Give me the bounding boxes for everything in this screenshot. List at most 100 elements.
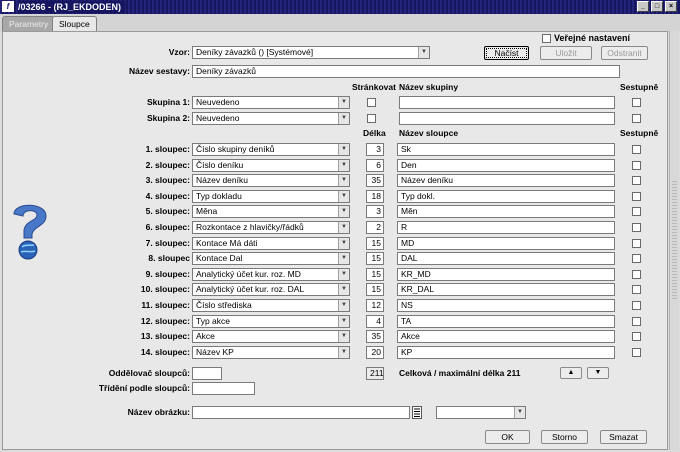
chevron-down-icon[interactable]: ▼ (338, 97, 349, 108)
sloupec-12-sestupne-checkbox[interactable] (632, 316, 641, 326)
skupina-1-select[interactable]: Neuvedeno ▼ (192, 96, 350, 109)
chevron-down-icon[interactable]: ▼ (338, 159, 349, 171)
sloupec-5-length-field[interactable]: 3 (366, 205, 384, 219)
maximize-button[interactable]: □ (651, 1, 663, 12)
sloupec-3-length-field[interactable]: 35 (366, 174, 384, 188)
sloupec-1-sestupne-checkbox[interactable] (632, 145, 641, 154)
sloupec-7-name-field[interactable]: MD (397, 236, 615, 250)
sloupec-4-name-field[interactable]: Typ dokl. (397, 189, 615, 203)
sloupec-11-select[interactable]: Číslo střediska ▼ (192, 299, 350, 312)
sloupec-14-sestupne-checkbox[interactable] (632, 347, 641, 357)
sloupec-13-name-field[interactable]: Akce (397, 330, 615, 344)
sloupec-4-select[interactable]: Typ dokladu ▼ (192, 189, 350, 203)
sloupec-4-length-field[interactable]: 18 (366, 189, 384, 203)
sloupec-4-sestupne-checkbox[interactable] (632, 191, 641, 201)
sloupec-8-select[interactable]: Kontace Dal ▼ (192, 252, 350, 266)
chevron-down-icon[interactable]: ▼ (338, 284, 349, 296)
chevron-down-icon[interactable]: ▼ (514, 407, 525, 418)
sloupec-12-name-field[interactable]: TA (397, 314, 615, 328)
sloupec-1-name-field[interactable]: Sk (397, 143, 615, 156)
sloupec-2-length-field[interactable]: 6 (366, 158, 384, 172)
close-button[interactable]: × (665, 1, 677, 12)
sloupec-8-sestupne-checkbox[interactable] (632, 254, 641, 264)
sloupec-3-name-field[interactable]: Název deníku (397, 174, 615, 188)
chevron-down-icon[interactable]: ▼ (338, 331, 349, 343)
chevron-down-icon[interactable]: ▼ (338, 206, 349, 218)
chevron-down-icon[interactable]: ▼ (418, 47, 429, 58)
sloupec-11-length-field[interactable]: 12 (366, 299, 384, 312)
sloupec-8-name-field[interactable]: DAL (397, 252, 615, 266)
skupina-2-sestupne-checkbox[interactable] (632, 114, 641, 123)
sloupec-12-select[interactable]: Typ akce ▼ (192, 314, 350, 328)
sloupec-13-sestupne-checkbox[interactable] (632, 332, 641, 342)
sloupec-13-select[interactable]: Akce ▼ (192, 330, 350, 344)
sloupec-14-select[interactable]: Název KP ▼ (192, 345, 350, 359)
nazev-obrazku-field[interactable] (192, 406, 410, 419)
sloupec-2-select[interactable]: Číslo deníku ▼ (192, 158, 350, 172)
sloupec-10-name-field[interactable]: KR_DAL (397, 283, 615, 297)
storno-button[interactable]: Storno (541, 430, 588, 444)
sloupec-5-select[interactable]: Měna ▼ (192, 205, 350, 219)
chevron-down-icon[interactable]: ▼ (338, 190, 349, 202)
skupina-2-name-field[interactable] (399, 112, 615, 125)
sloupec-10-length-field[interactable]: 15 (366, 283, 384, 297)
chevron-down-icon[interactable]: ▼ (338, 300, 349, 311)
sloupec-11-name-field[interactable]: NS (397, 299, 615, 312)
list-icon[interactable] (412, 406, 422, 419)
sloupec-2-sestupne-checkbox[interactable] (632, 160, 641, 170)
skupina-1-strankovat-checkbox[interactable] (367, 98, 376, 107)
skupina-1-sestupne-checkbox[interactable] (632, 98, 641, 107)
sloupec-9-name-field[interactable]: KR_MD (397, 267, 615, 281)
chevron-down-icon[interactable]: ▼ (338, 144, 349, 155)
sloupec-2-name-field[interactable]: Den (397, 158, 615, 172)
vzor-select[interactable]: Deníky závazků () [Systémové] ▼ (192, 46, 430, 59)
chevron-down-icon[interactable]: ▼ (338, 315, 349, 327)
oddelovac-field[interactable] (192, 367, 222, 380)
skupina-1-name-field[interactable] (399, 96, 615, 109)
tab-parametry[interactable]: Parametry (2, 16, 56, 32)
chevron-down-icon[interactable]: ▼ (338, 113, 349, 124)
ulozit-button[interactable]: Uložit (540, 46, 592, 60)
chevron-down-icon[interactable]: ▼ (338, 175, 349, 187)
odstranit-button[interactable]: Odstranit (601, 46, 648, 60)
sloupec-1-length-field[interactable]: 3 (366, 143, 384, 156)
chevron-down-icon[interactable]: ▼ (338, 268, 349, 280)
chevron-down-icon[interactable]: ▼ (338, 222, 349, 233)
sloupec-13-length-field[interactable]: 35 (366, 330, 384, 344)
move-up-button[interactable]: ▲ (560, 367, 582, 379)
sloupec-3-sestupne-checkbox[interactable] (632, 176, 641, 186)
obrazek-type-select[interactable]: ▼ (436, 406, 526, 419)
sloupec-14-name-field[interactable]: KP (397, 345, 615, 359)
sloupec-6-select[interactable]: Rozkontace z hlavičky/řádků ▼ (192, 221, 350, 234)
chevron-down-icon[interactable]: ▼ (338, 237, 349, 249)
scrollbar-grip[interactable] (672, 181, 677, 301)
verejne-nastaveni-checkbox[interactable] (542, 34, 551, 43)
sloupec-5-sestupne-checkbox[interactable] (632, 207, 641, 217)
vertical-scrollbar[interactable] (669, 31, 679, 450)
sloupec-12-length-field[interactable]: 4 (366, 314, 384, 328)
chevron-down-icon[interactable]: ▼ (338, 346, 349, 358)
sloupec-3-select[interactable]: Název deníku ▼ (192, 174, 350, 188)
sloupec-14-length-field[interactable]: 20 (366, 345, 384, 359)
sloupec-10-select[interactable]: Analytický účet kur. roz. DAL ▼ (192, 283, 350, 297)
nacist-button[interactable]: Načíst (484, 46, 529, 60)
chevron-down-icon[interactable]: ▼ (338, 253, 349, 265)
move-down-button[interactable]: ▼ (587, 367, 609, 379)
sloupec-7-select[interactable]: Kontace Má dáti ▼ (192, 236, 350, 250)
skupina-2-strankovat-checkbox[interactable] (367, 114, 376, 123)
trideni-field[interactable] (192, 382, 255, 395)
sloupec-8-length-field[interactable]: 15 (366, 252, 384, 266)
ok-button[interactable]: OK (485, 430, 530, 444)
sloupec-9-select[interactable]: Analytický účet kur. roz. MD ▼ (192, 267, 350, 281)
sloupec-9-sestupne-checkbox[interactable] (632, 269, 641, 279)
sloupec-6-length-field[interactable]: 2 (366, 221, 384, 234)
skupina-2-select[interactable]: Neuvedeno ▼ (192, 112, 350, 125)
sloupec-11-sestupne-checkbox[interactable] (632, 301, 641, 310)
minimize-button[interactable]: _ (637, 1, 649, 12)
sloupec-7-length-field[interactable]: 15 (366, 236, 384, 250)
smazat-button[interactable]: Smazat (600, 430, 647, 444)
sloupec-9-length-field[interactable]: 15 (366, 267, 384, 281)
nazev-sestavy-field[interactable]: Deníky závazků (192, 65, 620, 78)
sloupec-6-sestupne-checkbox[interactable] (632, 223, 641, 232)
sloupec-6-name-field[interactable]: R (397, 221, 615, 234)
